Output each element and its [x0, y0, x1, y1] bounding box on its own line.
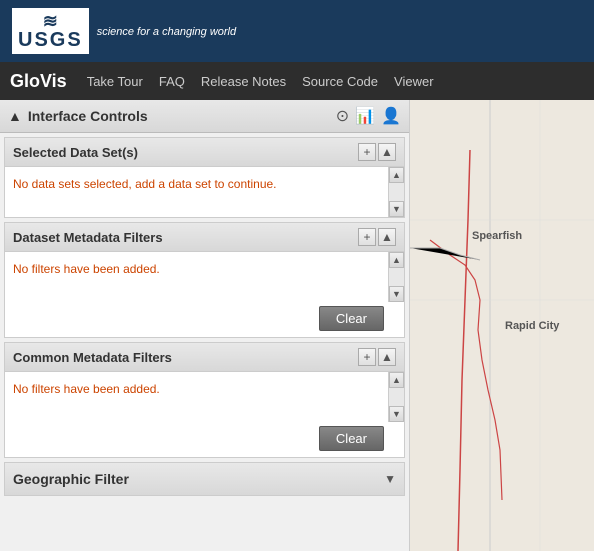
collapse-dataset-button[interactable]: ▲: [378, 143, 396, 161]
scrollbar-down-btn[interactable]: ▼: [389, 201, 404, 217]
common-metadata-panel: Common Metadata Filters + ▲ No filters h…: [4, 342, 405, 458]
dataset-metadata-content: No filters have been added.: [5, 252, 388, 302]
common-metadata-message: No filters have been added.: [13, 378, 380, 400]
dataset-metadata-message: No filters have been added.: [13, 258, 380, 280]
add-dataset-metadata-button[interactable]: +: [358, 228, 376, 246]
map-svg: [410, 100, 594, 551]
dataset-metadata-body: No filters have been added. ▲ ▼: [5, 252, 404, 302]
left-panel: ▲ Interface Controls ⊙ 📊 👤 Selected Data…: [0, 100, 410, 551]
selected-datasets-controls: + ▲: [358, 143, 396, 161]
selected-datasets-panel: Selected Data Set(s) + ▲ No data sets se…: [4, 137, 405, 218]
chart-icon[interactable]: 📊: [355, 106, 375, 126]
common-metadata-scrollbar-down[interactable]: ▼: [389, 406, 404, 422]
usgs-logo-text-label: USGS: [18, 30, 83, 50]
selected-datasets-message: No data sets selected, add a data set to…: [13, 173, 380, 195]
user-settings-icon[interactable]: 👤: [381, 106, 401, 126]
common-metadata-body: No filters have been added. ▲ ▼: [5, 372, 404, 422]
nav-take-tour[interactable]: Take Tour: [87, 74, 143, 89]
dataset-metadata-scrollbar-up[interactable]: ▲: [389, 252, 404, 268]
nav-source-code[interactable]: Source Code: [302, 74, 378, 89]
usgs-logo: ≋ USGS science for a changing world: [12, 8, 236, 54]
rapid-city-label: Rapid City: [505, 320, 559, 332]
geographic-filter-section: Geographic Filter ▼: [4, 462, 405, 496]
scrollbar-track: [389, 183, 404, 201]
interface-controls-header[interactable]: ▲ Interface Controls ⊙ 📊 👤: [0, 100, 409, 133]
dataset-metadata-title: Dataset Metadata Filters: [13, 230, 163, 245]
app-title: GloVis: [10, 71, 67, 92]
geographic-filter-header[interactable]: Geographic Filter ▼: [5, 463, 404, 495]
nav-release-notes[interactable]: Release Notes: [201, 74, 286, 89]
nav-bar: GloVis Take Tour FAQ Release Notes Sourc…: [0, 62, 594, 100]
nav-viewer[interactable]: Viewer: [394, 74, 434, 89]
selected-datasets-title: Selected Data Set(s): [13, 145, 138, 160]
common-metadata-clear-area: Clear: [5, 422, 404, 457]
geographic-filter-title: Geographic Filter: [13, 471, 129, 487]
add-common-metadata-button[interactable]: +: [358, 348, 376, 366]
add-dataset-button[interactable]: +: [358, 143, 376, 161]
selected-datasets-content: No data sets selected, add a data set to…: [5, 167, 388, 217]
dataset-metadata-panel: Dataset Metadata Filters + ▲ No filters …: [4, 222, 405, 338]
selected-datasets-body: No data sets selected, add a data set to…: [5, 167, 404, 217]
common-metadata-title: Common Metadata Filters: [13, 350, 172, 365]
collapse-common-metadata-button[interactable]: ▲: [378, 348, 396, 366]
selected-datasets-scrollbar: ▲ ▼: [388, 167, 404, 217]
dataset-metadata-scrollbar-down[interactable]: ▼: [389, 286, 404, 302]
main-content: ▲ Interface Controls ⊙ 📊 👤 Selected Data…: [0, 100, 594, 551]
usgs-logo-box: ≋ USGS: [12, 8, 89, 54]
usgs-tagline: science for a changing world: [97, 26, 236, 38]
geographic-filter-dropdown-icon: ▼: [384, 472, 396, 486]
dataset-metadata-controls: + ▲: [358, 228, 396, 246]
nav-faq[interactable]: FAQ: [159, 74, 185, 89]
common-metadata-scrollbar-up[interactable]: ▲: [389, 372, 404, 388]
collapse-triangle-icon: ▲: [8, 108, 22, 124]
usgs-header: ≋ USGS science for a changing world: [0, 0, 594, 62]
common-metadata-header[interactable]: Common Metadata Filters + ▲: [5, 343, 404, 372]
collapse-dataset-metadata-button[interactable]: ▲: [378, 228, 396, 246]
spearfish-label: Spearfish: [472, 230, 522, 242]
dataset-metadata-clear-area: Clear: [5, 302, 404, 337]
common-metadata-content: No filters have been added.: [5, 372, 388, 422]
header-icons: ⊙ 📊 👤: [336, 106, 401, 126]
dashboard-icon[interactable]: ⊙: [336, 106, 349, 126]
dataset-metadata-scrollbar: ▲ ▼: [388, 252, 404, 302]
dataset-metadata-scrollbar-track: [389, 268, 404, 286]
common-metadata-scrollbar: ▲ ▼: [388, 372, 404, 422]
usgs-waves-icon: ≋: [43, 12, 58, 30]
selected-datasets-header[interactable]: Selected Data Set(s) + ▲: [5, 138, 404, 167]
common-metadata-scrollbar-track: [389, 388, 404, 406]
interface-controls-title: ▲ Interface Controls: [8, 108, 148, 124]
map-background: Spearfish Rapid City: [410, 100, 594, 551]
map-panel: Spearfish Rapid City: [410, 100, 594, 551]
dataset-metadata-header[interactable]: Dataset Metadata Filters + ▲: [5, 223, 404, 252]
scrollbar-up-btn[interactable]: ▲: [389, 167, 404, 183]
dataset-metadata-clear-button[interactable]: Clear: [319, 306, 384, 331]
common-metadata-clear-button[interactable]: Clear: [319, 426, 384, 451]
common-metadata-controls: + ▲: [358, 348, 396, 366]
